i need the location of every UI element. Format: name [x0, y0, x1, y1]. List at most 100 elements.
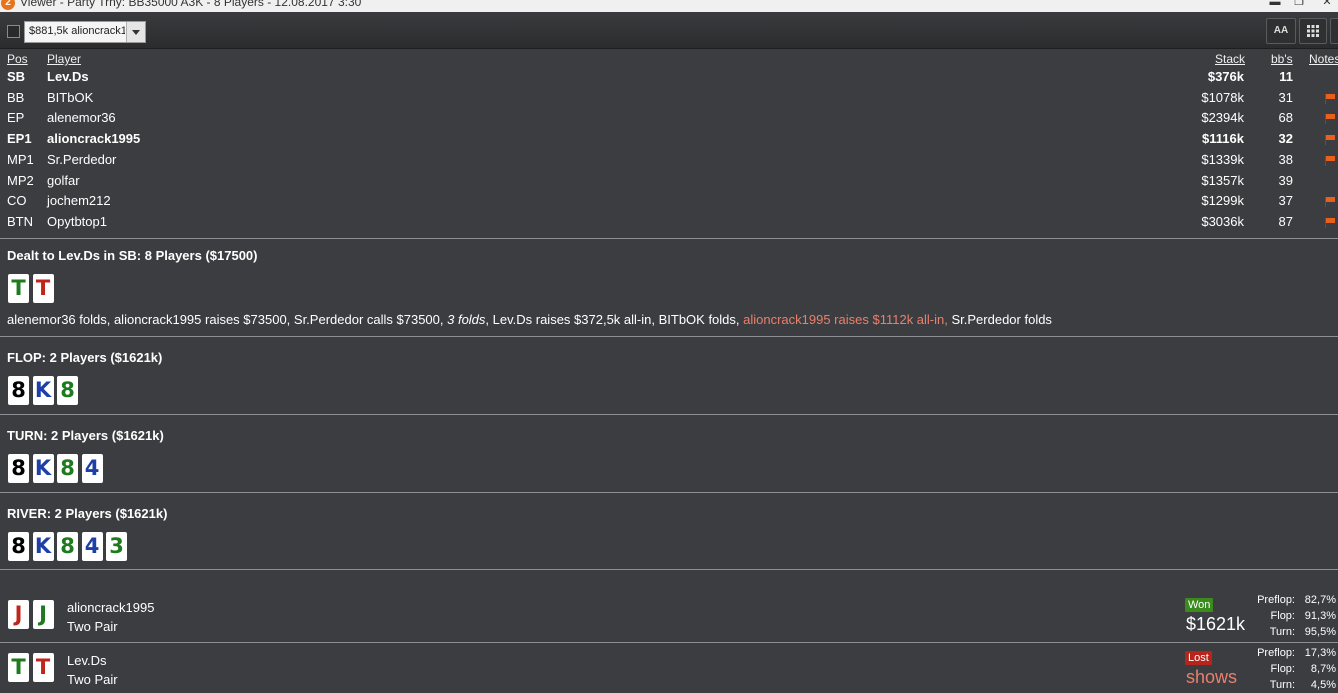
- player-row[interactable]: BTN Opytbtop1 $3036k 87: [0, 214, 1338, 234]
- player-row[interactable]: EP1 alioncrack1995 $1116k 32: [0, 131, 1338, 151]
- player-name: Lev.Ds: [47, 69, 89, 84]
- player-stack: $1078k: [1201, 89, 1244, 105]
- playing-card: T: [32, 274, 54, 303]
- player-position: BTN: [7, 213, 33, 229]
- note-flag-icon[interactable]: [1325, 135, 1335, 146]
- flop-title: FLOP: 2 Players ($1621k): [7, 350, 163, 365]
- player-stack: $1299k: [1201, 193, 1244, 209]
- header-bbs[interactable]: bb's: [1271, 52, 1293, 66]
- player-bbs: 31: [1278, 89, 1293, 105]
- player-position: CO: [7, 193, 27, 209]
- playing-card: 8: [8, 532, 29, 561]
- player-row[interactable]: CO jochem212 $1299k 37: [0, 193, 1338, 213]
- player-bbs: 87: [1278, 213, 1293, 229]
- action-text: , Lev.Ds raises $372,5k all-in, BITbOK f…: [485, 312, 744, 327]
- player-position: EP1: [7, 131, 32, 147]
- player-bbs: 37: [1278, 193, 1293, 209]
- note-flag-icon[interactable]: [1325, 217, 1335, 228]
- player-name: Opytbtop1: [47, 213, 107, 229]
- divider: [0, 414, 1338, 415]
- hand-select-value: $881,5k alioncrack1: [29, 25, 125, 37]
- equity-label: Preflop:: [1257, 594, 1295, 606]
- grid-icon: [1307, 25, 1319, 37]
- player-bbs: 11: [1279, 69, 1293, 84]
- note-flag-icon[interactable]: [1325, 197, 1335, 208]
- player-stack: $1116k: [1202, 131, 1244, 147]
- playing-card: 3: [106, 532, 127, 561]
- equity-value: 8,7%: [1310, 663, 1336, 675]
- playing-card: T: [8, 274, 29, 303]
- equity-label: Flop:: [1270, 610, 1295, 622]
- playing-card: 4: [81, 454, 103, 483]
- player-name: jochem212: [47, 193, 111, 209]
- player-position: MP1: [7, 151, 34, 167]
- player-bbs: 38: [1278, 151, 1293, 167]
- lost-badge: Lost: [1185, 651, 1212, 665]
- more-button[interactable]: [1330, 18, 1338, 44]
- equity-value: 82,7%: [1304, 594, 1336, 606]
- font-size-button[interactable]: AA: [1266, 18, 1296, 44]
- player-row[interactable]: EP alenemor36 $2394k 68: [0, 110, 1338, 130]
- equity-label: Turn:: [1269, 679, 1295, 691]
- minimize-icon[interactable]: ▬: [1266, 0, 1284, 10]
- player-row[interactable]: MP1 Sr.Perdedor $1339k 38: [0, 152, 1338, 172]
- player-name: BITbOK: [47, 89, 94, 105]
- preflop-title: Dealt to Lev.Ds in SB: 8 Players ($17500…: [7, 248, 258, 263]
- playing-card: K: [32, 532, 54, 561]
- chevron-down-icon[interactable]: [126, 22, 145, 42]
- playing-card: J: [8, 600, 29, 629]
- header-pos[interactable]: Pos: [7, 52, 28, 66]
- result-player-name[interactable]: Lev.Ds: [67, 653, 107, 668]
- playing-card: K: [32, 376, 54, 405]
- player-position: SB: [7, 69, 26, 84]
- note-flag-icon[interactable]: [1325, 155, 1335, 166]
- preflop-actions: alenemor36 folds, alioncrack1995 raises …: [7, 312, 1052, 327]
- note-flag-icon[interactable]: [1325, 93, 1335, 104]
- playing-card: K: [32, 454, 54, 483]
- playing-card: J: [32, 600, 54, 629]
- equity-value: 91,3%: [1304, 610, 1336, 622]
- result-row-loser: TT Lev.Ds Two Pair Lost shows Preflop: 1…: [0, 646, 1338, 693]
- player-row[interactable]: SB Lev.Ds $376k 11: [0, 69, 1338, 89]
- header-notes[interactable]: Notes: [1309, 52, 1338, 66]
- player-row[interactable]: MP2 golfar $1357k 39: [0, 173, 1338, 193]
- equity-value: 95,5%: [1304, 626, 1336, 638]
- action-text: 3 folds: [447, 312, 486, 327]
- playing-card: 8: [8, 454, 29, 483]
- hand-select[interactable]: $881,5k alioncrack1: [24, 21, 146, 43]
- action-text: Sr.Perdedor folds: [947, 312, 1052, 327]
- restore-icon[interactable]: ❐: [1290, 0, 1308, 10]
- playing-card: T: [32, 653, 54, 682]
- close-icon[interactable]: ✕: [1318, 0, 1336, 10]
- header-player[interactable]: Player: [47, 52, 81, 66]
- player-position: MP2: [7, 172, 34, 188]
- player-stack: $2394k: [1201, 110, 1244, 126]
- player-name: alioncrack1995: [47, 131, 141, 147]
- header-stack[interactable]: Stack: [1215, 52, 1245, 66]
- note-flag-icon[interactable]: [1325, 114, 1335, 125]
- playing-card: 8: [57, 454, 78, 483]
- equity-value: 4,5%: [1310, 679, 1336, 691]
- action-text: alenemor36 folds, alioncrack1995 raises …: [7, 312, 448, 327]
- playing-card: T: [8, 653, 29, 682]
- player-name: Sr.Perdedor: [47, 151, 117, 167]
- playing-card: 8: [57, 376, 78, 405]
- equity-label: Turn:: [1269, 626, 1295, 638]
- divider: [0, 238, 1338, 239]
- divider: [0, 492, 1338, 493]
- hand-checkbox[interactable]: [7, 25, 20, 38]
- result-player-name[interactable]: alioncrack1995: [67, 600, 154, 615]
- toolbar: $881,5k alioncrack1 AA: [0, 12, 1338, 49]
- equity-label: Preflop:: [1257, 647, 1295, 659]
- equity-value: 17,3%: [1304, 647, 1336, 659]
- grid-view-button[interactable]: [1299, 18, 1327, 44]
- app-icon: 2: [1, 0, 15, 10]
- player-row[interactable]: BB BITbOK $1078k 31: [0, 90, 1338, 110]
- player-bbs: 68: [1278, 110, 1293, 126]
- turn-title: TURN: 2 Players ($1621k): [7, 428, 164, 443]
- player-position: EP: [7, 110, 25, 126]
- player-position: BB: [7, 89, 25, 105]
- divider: [0, 569, 1338, 570]
- action-text-highlight: alioncrack1995 raises $1112k all-in,: [743, 312, 948, 327]
- window-title: Viewer - Party Trny: BB35000 A3K - 8 Pla…: [20, 0, 362, 9]
